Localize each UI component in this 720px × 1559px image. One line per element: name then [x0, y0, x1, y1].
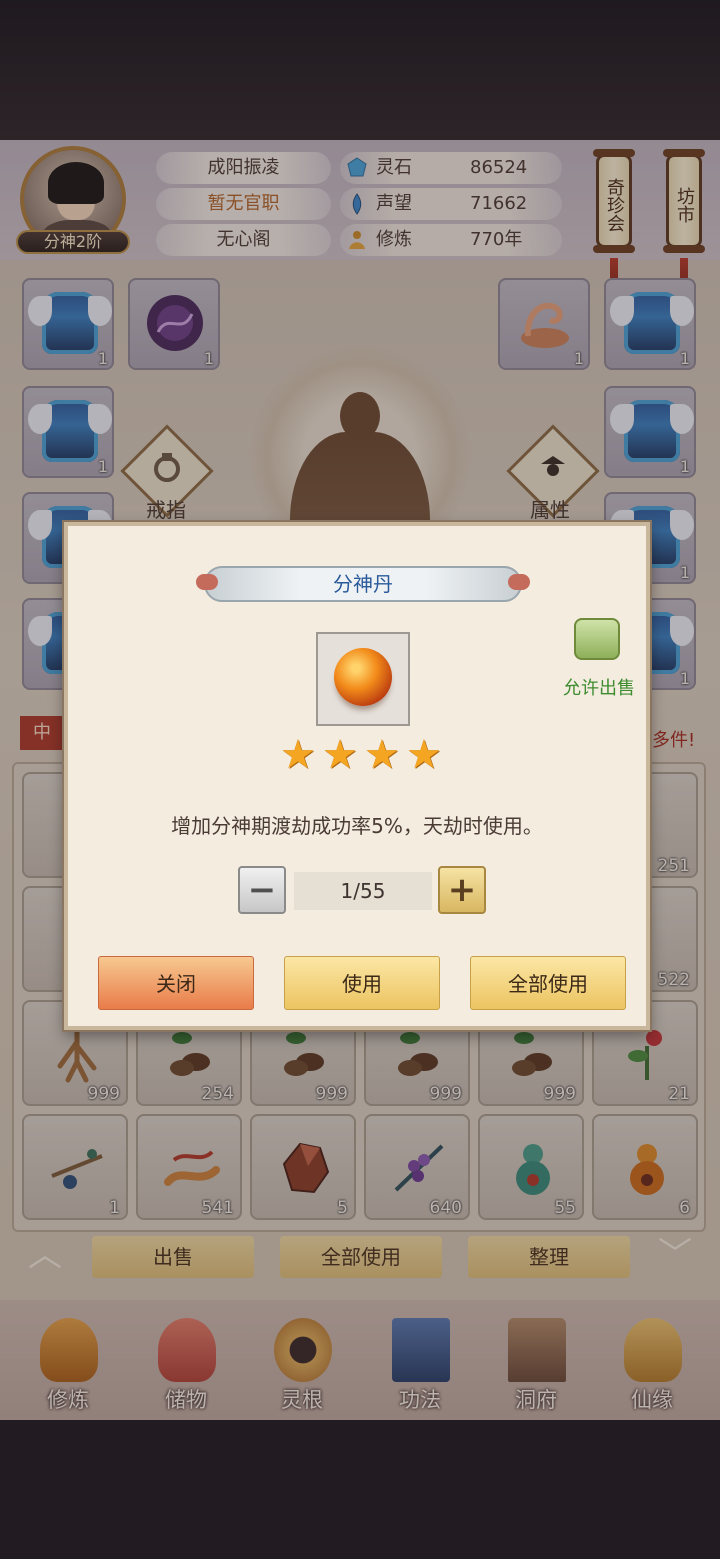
dialog-title: 分神丹 [333, 572, 393, 596]
quantity-value: 1/55 [294, 872, 432, 910]
title-ornament [196, 574, 218, 590]
allow-sell-toggle[interactable]: 允许出售 [554, 618, 644, 708]
title-ornament [508, 574, 530, 590]
use-all-dialog-button[interactable]: 全部使用 [470, 956, 626, 1010]
increase-quantity-button[interactable]: + [438, 866, 486, 914]
item-description: 增加分神期渡劫成功率5%，天劫时使用。 [171, 814, 543, 838]
star-icon: ★ [280, 732, 316, 778]
allow-sell-label: 允许出售 [563, 678, 635, 699]
decrease-quantity-button[interactable]: − [238, 866, 286, 914]
bottom-bar [0, 1420, 720, 1559]
fire-pill-icon [334, 648, 392, 706]
item-preview [316, 632, 410, 726]
star-rating: ★ ★ ★ ★ [280, 732, 446, 778]
unlock-icon [574, 618, 620, 660]
use-button[interactable]: 使用 [284, 956, 440, 1010]
star-icon: ★ [406, 732, 442, 778]
dialog-title-bar: 分神丹 [204, 566, 522, 602]
top-bar [0, 0, 720, 140]
close-button[interactable]: 关闭 [98, 956, 254, 1010]
screen: 分神2阶 成阳振凌 暂无官职 无心阁 灵石 86524 声望 71662 修炼 … [0, 0, 720, 1559]
star-icon: ★ [322, 732, 358, 778]
star-icon: ★ [364, 732, 400, 778]
item-detail-dialog: 分神丹 允许出售 ★ ★ ★ ★ 增加分神期渡劫成功率5%，天劫时使用。 − 1… [64, 522, 650, 1030]
game-area: 分神2阶 成阳振凌 暂无官职 无心阁 灵石 86524 声望 71662 修炼 … [0, 140, 720, 1420]
